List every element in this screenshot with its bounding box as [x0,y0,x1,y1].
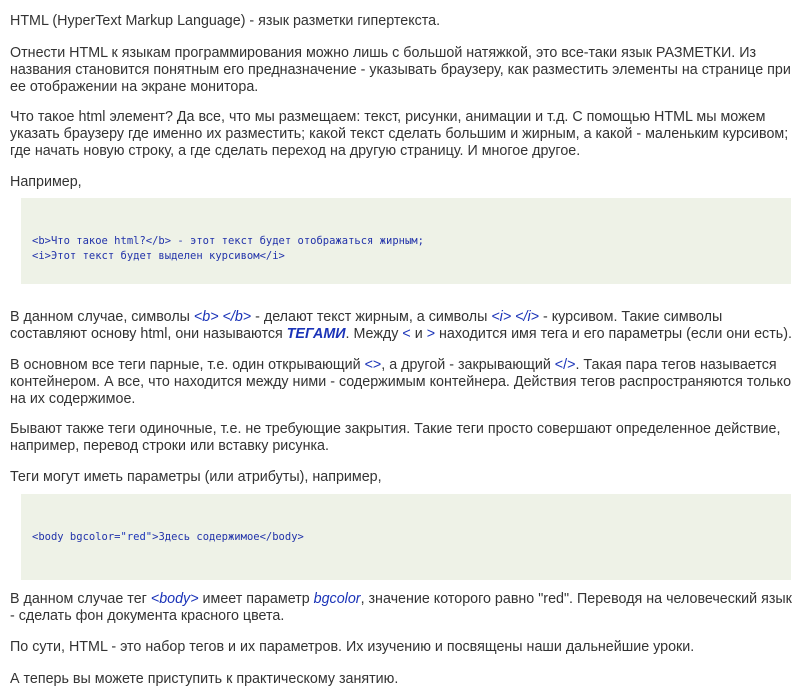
text: В основном все теги парные, т.е. один от… [10,357,365,373]
text: находится имя тега и его параметры (если… [435,326,792,342]
paragraph-markup: Отнести HTML к языкам программирования м… [10,45,791,95]
text: - делают текст жирным, а символы [251,309,492,325]
inline-code: > [426,326,436,342]
code-example-body: <body bgcolor="red">Здесь содержимое</bo… [21,494,791,580]
paragraph-summary: По сути, HTML - это набор тегов и их пар… [10,639,695,655]
paragraph-attributes: Теги могут иметь параметры (или атрибуты… [10,469,382,485]
term-tags: ТЕГАМИ [286,326,346,342]
paragraph-next-step: А теперь вы можете приступить к практиче… [10,671,399,687]
text: В данном случае, символы [10,309,194,325]
inline-code: bgcolor [313,591,361,607]
code-text: <body bgcolor= [32,531,121,543]
text: В данном случае тег [10,591,151,607]
text: , а другой - закрывающий [381,357,555,373]
example-label: Например, [10,174,82,190]
inline-code: </> [554,357,576,373]
code-text: >Здесь содержимое</body> [152,531,304,543]
text: и [410,326,427,342]
text: . Между [345,326,403,342]
paragraph-paired-tags: В основном все теги парные, т.е. один от… [10,357,792,408]
inline-code: <body> [150,591,199,607]
code-example-bold-italic: <b>Что такое html?</b> - этот текст буде… [21,198,791,284]
lesson-page: HTML (HyperText Markup Language) - язык … [0,0,801,697]
intro-line: HTML (HyperText Markup Language) - язык … [10,13,441,29]
inline-code: <> [364,357,382,373]
paragraph-bgcolor: В данном случае тег <body> имеет парамет… [10,591,792,625]
text: имеет параметр [198,591,314,607]
code-line: <body bgcolor="red">Здесь содержимое</bo… [21,494,791,545]
paragraph-tags: В данном случае, символы <b> </b> - дела… [10,309,792,343]
code-string: "red" [120,531,153,543]
code-line: <i>Этот текст будет выделен курсивом</i> [32,249,285,262]
inline-code: < [402,326,411,342]
code-line: <b>Что такое html?</b> - этот текст буде… [32,235,424,247]
inline-code: <b> </b> [193,309,252,325]
paragraph-single-tags: Бывают также теги одиночные, т.е. не тре… [10,421,781,454]
inline-code: <i> </i> [491,309,540,325]
paragraph-element: Что такое html элемент? Да все, что мы р… [10,109,789,159]
